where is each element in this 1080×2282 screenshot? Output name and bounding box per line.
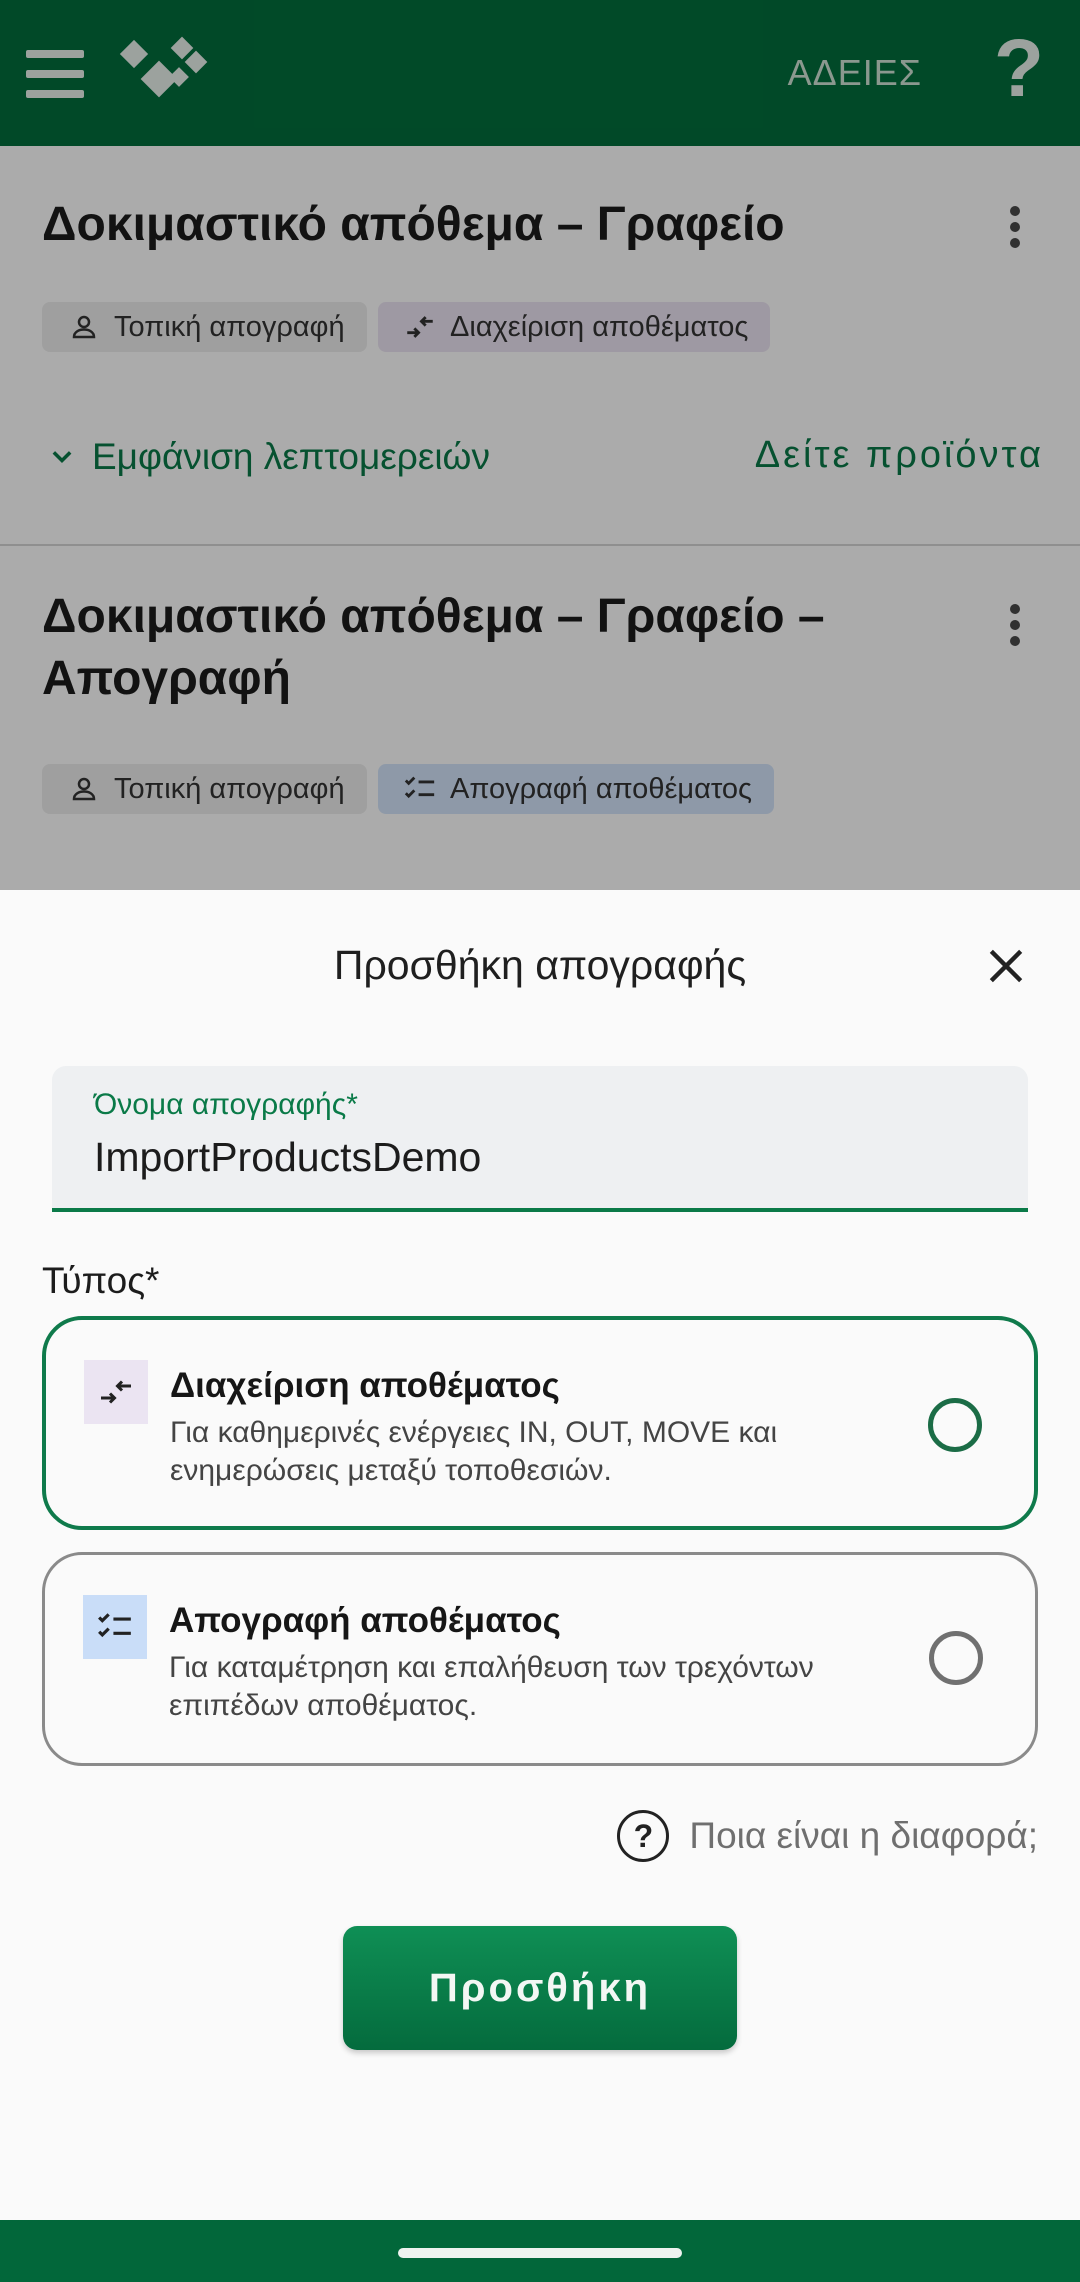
option-description: Για καθημερινές ενέργειες IN, OUT, MOVE … (170, 1416, 778, 1487)
inventory-name-label: Όνομα απογραφής* (94, 1088, 358, 1121)
option-description: Για καταμέτρηση και επαλήθευση των τρεχό… (169, 1651, 814, 1722)
modal-scrim[interactable] (0, 0, 1080, 890)
option-radio[interactable] (928, 1398, 982, 1452)
option-title: Απογραφή αποθέματος (169, 1601, 561, 1640)
option-radio[interactable] (929, 1631, 983, 1685)
help-circle-icon: ? (617, 1810, 670, 1862)
inventory-name-input[interactable]: ImportProductsDemo (94, 1134, 481, 1181)
close-icon[interactable] (984, 944, 1028, 988)
arrows-in-icon (84, 1360, 148, 1424)
option-stock-management[interactable]: Διαχείριση αποθέματος Για καθημερινές εν… (42, 1316, 1038, 1530)
add-inventory-sheet: Προσθήκη απογραφής Όνομα απογραφής* Impo… (0, 890, 1080, 2220)
type-label: Τύπος* (42, 1260, 160, 1301)
checklist-icon (83, 1595, 147, 1659)
sheet-title: Προσθήκη απογραφής (333, 942, 747, 988)
inventory-name-field[interactable]: Όνομα απογραφής* ImportProductsDemo (52, 1066, 1028, 1212)
difference-text: Ποια είναι η διαφορά; (689, 1815, 1038, 1856)
option-title: Διαχείριση αποθέματος (170, 1366, 560, 1405)
add-button[interactable]: Προσθήκη (343, 1926, 737, 2050)
option-inventory-count[interactable]: Απογραφή αποθέματος Για καταμέτρηση και … (42, 1552, 1038, 1766)
home-gesture-pill[interactable] (398, 2248, 682, 2258)
difference-help-link[interactable]: ? Ποια είναι η διαφορά; (617, 1810, 1038, 1862)
system-nav-bar (0, 2220, 1080, 2282)
